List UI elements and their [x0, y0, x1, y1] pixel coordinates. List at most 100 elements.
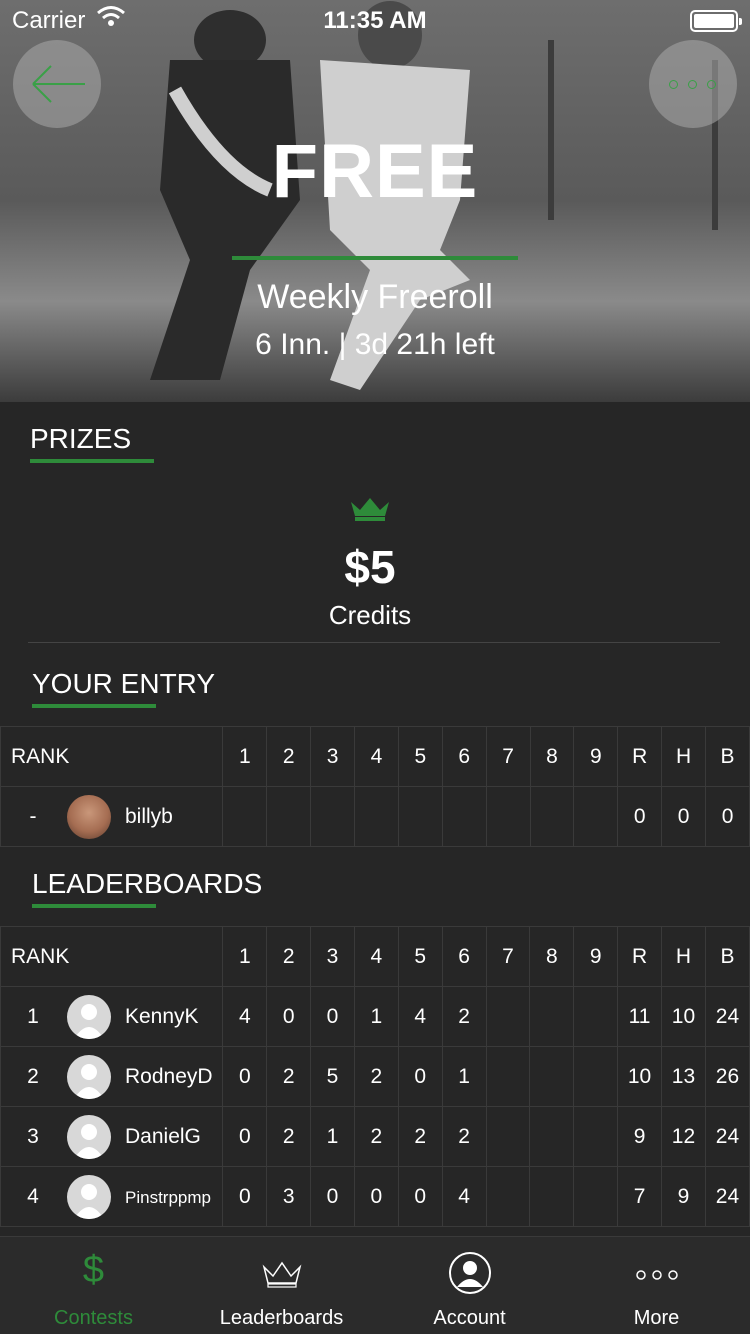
- leaderboards-underline: [32, 904, 156, 908]
- col-header: 5: [397, 926, 443, 987]
- player-name: Pinstrppmp: [125, 1188, 211, 1207]
- contest-meta: 6 Inn. | 3d 21h left: [255, 328, 495, 361]
- col-header: B: [705, 726, 750, 787]
- col-header: 3: [310, 726, 356, 787]
- rank-header: RANK: [0, 726, 224, 787]
- score-cell: 10: [661, 986, 706, 1047]
- score-cell: 24: [704, 986, 750, 1047]
- prize-amount: $5: [344, 541, 396, 593]
- score-cell: [573, 1046, 619, 1107]
- rank-header: RANK: [0, 926, 224, 987]
- score-cell: 0: [397, 1046, 443, 1107]
- score-cell: [485, 986, 531, 1047]
- ellipsis-icon: [635, 1270, 678, 1280]
- score-cell: 4: [397, 986, 443, 1047]
- crown-icon: [351, 498, 389, 521]
- score-cell: 9: [617, 1106, 663, 1167]
- tab-more[interactable]: More: [563, 1237, 750, 1334]
- score-cell: [573, 986, 619, 1047]
- col-header: 5: [397, 726, 443, 787]
- tab-label: Leaderboards: [219, 1307, 344, 1329]
- score-cell: 0: [222, 1046, 268, 1107]
- col-header: 8: [529, 926, 575, 987]
- score-cell: 1: [353, 986, 399, 1047]
- score-cell: 2: [441, 986, 487, 1047]
- your-entry-underline: [32, 704, 156, 708]
- col-header: 1: [222, 926, 268, 987]
- battery-icon: [690, 10, 742, 32]
- score-cell: 1: [310, 1106, 355, 1167]
- col-header: 1: [222, 726, 268, 787]
- user-placeholder-icon: [74, 1184, 104, 1219]
- score-cell: 7: [617, 1166, 663, 1227]
- leaderboards-heading: LEADERBOARDS: [32, 868, 263, 899]
- user-placeholder-icon: [74, 1004, 104, 1039]
- score-cell: 13: [661, 1046, 706, 1107]
- score-cell: 4: [441, 1166, 487, 1227]
- tab-account[interactable]: Account: [376, 1237, 563, 1334]
- player-cell: 2 RodneyD: [0, 1046, 224, 1107]
- table-row[interactable]: 3 DanielG 0 2 1 2 2 2 9 12 24: [0, 1106, 750, 1167]
- table-header-row: RANK 1 2 3 4 5 6 7 8 9 R H B: [0, 926, 750, 987]
- score-cell: 0: [353, 1166, 399, 1227]
- col-header: 4: [354, 726, 399, 787]
- score-cell: 5: [310, 1046, 355, 1107]
- player-cell: 1 KennyK: [0, 986, 224, 1047]
- tab-label: Contests: [54, 1307, 133, 1329]
- your-entry-table: RANK 1 2 3 4 5 6 7 8 9 R H B - billyb 0 …: [0, 726, 750, 847]
- col-header: 2: [266, 926, 312, 987]
- score-cell: 0: [222, 1106, 268, 1167]
- score-cell: 0: [617, 786, 663, 847]
- rank-value: -: [29, 805, 37, 828]
- score-cell: 4: [222, 986, 268, 1047]
- score-cell: 12: [661, 1106, 706, 1167]
- table-header-row: RANK 1 2 3 4 5 6 7 8 9 R H B: [0, 726, 750, 787]
- player-name: RodneyD: [125, 1065, 213, 1088]
- entry-fee-title: FREE: [271, 129, 479, 214]
- score-cell: [529, 1166, 575, 1227]
- score-cell: [485, 1106, 531, 1167]
- back-button[interactable]: [13, 40, 101, 128]
- dollar-icon: $: [82, 1249, 105, 1291]
- avatar: [67, 1175, 111, 1219]
- score-cell: [529, 786, 575, 847]
- ellipsis-icon: [669, 80, 678, 89]
- score-cell: [310, 786, 356, 847]
- clock: 11:35 AM: [323, 7, 427, 34]
- avatar: [67, 1115, 111, 1159]
- avatar: [67, 995, 111, 1039]
- col-header: 7: [485, 926, 531, 987]
- col-header: 9: [573, 726, 619, 787]
- score-cell: 10: [617, 1046, 663, 1107]
- user-placeholder-icon: [74, 1124, 104, 1159]
- rank-value: 1: [27, 1005, 39, 1028]
- score-cell: [529, 1106, 575, 1167]
- score-cell: [573, 1106, 619, 1167]
- rank-value: 3: [27, 1125, 39, 1148]
- user-icon: [448, 1252, 491, 1294]
- prizes-heading: PRIZES: [30, 423, 132, 454]
- player-cell: - billyb: [0, 786, 224, 847]
- score-cell: 2: [441, 1106, 487, 1167]
- col-header: H: [661, 926, 706, 987]
- your-entry-heading: YOUR ENTRY: [32, 668, 216, 699]
- rank-value: 4: [27, 1185, 39, 1208]
- avatar: [67, 795, 111, 839]
- tab-label: More: [633, 1307, 680, 1329]
- table-row[interactable]: - billyb 0 0 0: [0, 786, 750, 847]
- score-cell: [397, 786, 443, 847]
- score-cell: [266, 786, 312, 847]
- score-cell: 2: [266, 1046, 312, 1107]
- player-cell: 4 Pinstrppmp: [0, 1166, 224, 1227]
- rank-value: 2: [27, 1065, 39, 1088]
- table-row[interactable]: 4 Pinstrppmp 0 3 0 0 0 4 7 9 24: [0, 1166, 750, 1227]
- score-cell: 0: [310, 986, 355, 1047]
- col-header: 2: [266, 726, 312, 787]
- col-header: 8: [529, 726, 575, 787]
- table-row[interactable]: 1 KennyK 4 0 0 1 4 2 11 10 24: [0, 986, 750, 1047]
- tab-leaderboards[interactable]: Leaderboards: [188, 1237, 375, 1334]
- score-cell: 2: [353, 1046, 399, 1107]
- tab-contests[interactable]: $ Contests: [0, 1237, 187, 1334]
- more-options-button[interactable]: [649, 40, 737, 128]
- table-row[interactable]: 2 RodneyD 0 2 5 2 0 1 10 13 26: [0, 1046, 750, 1107]
